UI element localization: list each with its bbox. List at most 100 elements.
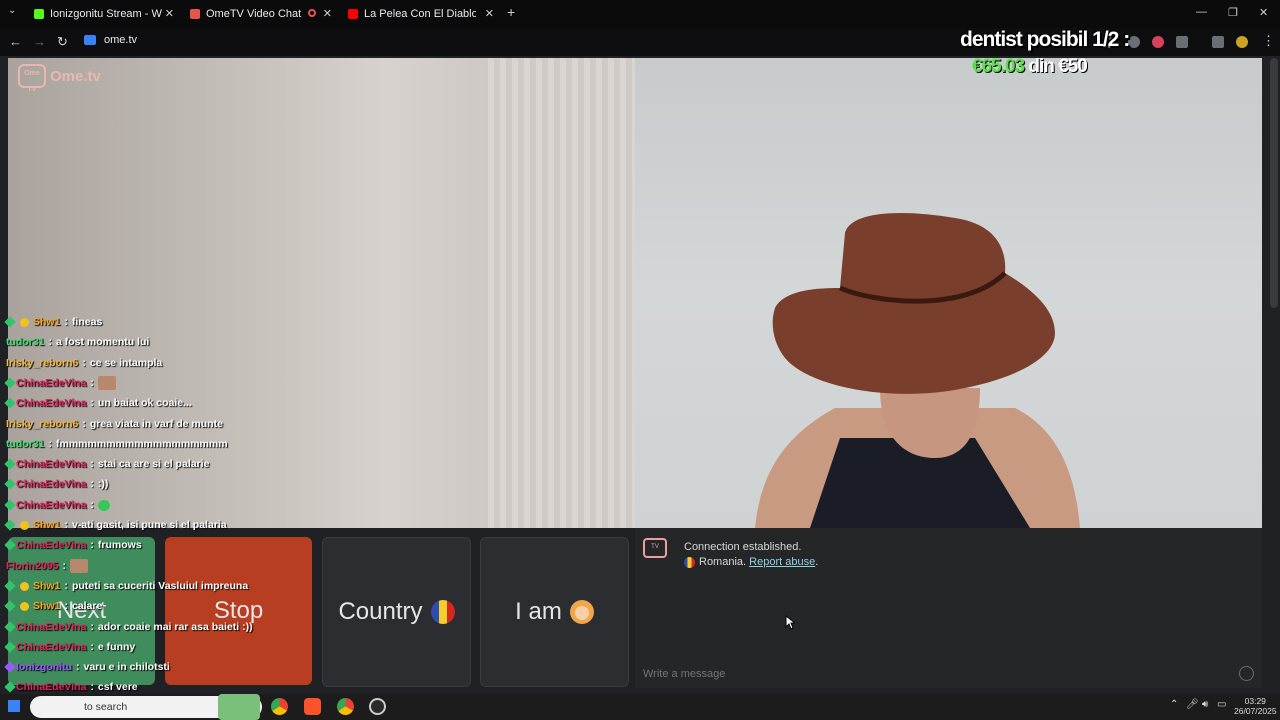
stream-chat-message: ChinaEdeVina: csf vere xyxy=(4,679,138,695)
chat-username[interactable]: Shw1 xyxy=(33,519,60,531)
back-icon[interactable]: ← xyxy=(9,34,22,49)
speaker-icon[interactable]: 🔊︎ xyxy=(1202,699,1208,710)
tab-kick-stream[interactable]: Ionizgonitu Stream - Watch Liv ✕ xyxy=(34,4,174,24)
tab-title: La Pelea Con El Diablo - YouTub xyxy=(364,8,476,20)
chat-username[interactable]: Ionizgonitu xyxy=(16,661,72,673)
chat-username[interactable]: ChinaEdeVina xyxy=(16,499,86,511)
chat-separator: : xyxy=(82,418,86,430)
tab-youtube[interactable]: La Pelea Con El Diablo - YouTub ✕ xyxy=(348,4,494,24)
subscriber-badge-icon xyxy=(4,539,16,551)
profile-avatar[interactable] xyxy=(1236,36,1248,48)
iam-label: I am xyxy=(515,598,562,625)
face-emote-icon xyxy=(70,559,89,573)
microphone-icon[interactable]: 🎤︎ xyxy=(1186,699,1199,710)
stream-chat-message: tudor31: fmmmmmmmmmmmmmmmmmm xyxy=(6,436,228,452)
reload-icon[interactable]: ↻ xyxy=(57,34,68,50)
tab-ometv[interactable]: OmeTV Video Chat — Ome ✕ xyxy=(190,4,332,24)
ometv-logo-text: Ome.tv xyxy=(50,67,101,85)
stop-button[interactable]: Stop xyxy=(165,537,312,685)
new-tab-icon[interactable]: + xyxy=(507,4,515,20)
chat-separator: : xyxy=(48,438,53,450)
stream-chat-message: ChinaEdeVina: xyxy=(4,375,116,391)
close-tab-icon[interactable]: ✕ xyxy=(165,7,174,20)
subscriber-badge-icon xyxy=(4,519,16,531)
chat-username[interactable]: tudor31 xyxy=(6,438,45,450)
gender-button[interactable]: I am xyxy=(480,537,629,687)
chat-username[interactable]: Shw1 xyxy=(33,316,60,328)
url-field[interactable]: ome.tv xyxy=(84,34,137,46)
subscriber-badge-icon xyxy=(4,316,16,328)
close-window-icon[interactable]: ✕ xyxy=(1259,6,1268,19)
extension-icon[interactable] xyxy=(1128,36,1140,48)
tab-search-icon[interactable]: ⌄ xyxy=(8,5,16,16)
stream-chat-message: Irisky_reborn6: grea viata in varf de mun… xyxy=(6,416,223,432)
stream-chat-message: Ionizgonitu: varu e in chilotsti xyxy=(4,659,170,675)
stream-chat-message: Shw1: calare xyxy=(4,598,103,614)
recording-indicator-icon xyxy=(308,9,316,17)
stream-chat-message: tudor31: a fost momentu lui xyxy=(6,334,149,350)
adblock-icon[interactable] xyxy=(1152,36,1164,48)
chat-separator: : xyxy=(64,600,68,612)
page-scrollbar[interactable] xyxy=(1270,58,1278,308)
chat-text: frumows xyxy=(97,539,142,551)
chat-text: ador coaie mai rar asa baieti :)) xyxy=(97,621,253,633)
mouse-cursor-icon xyxy=(785,615,795,630)
chat-text: calare xyxy=(71,600,103,612)
report-abuse-link[interactable]: Report abuse xyxy=(749,556,815,568)
stream-chat-message: ChinaEdeVina: stai ca are si el palarie xyxy=(4,456,209,472)
chat-username[interactable]: Irisky_reborn6 xyxy=(6,418,78,430)
chat-username[interactable]: ChinaEdeVina xyxy=(16,458,86,470)
chat-separator: : xyxy=(90,397,94,409)
report-period: . xyxy=(815,556,819,568)
close-tab-icon[interactable]: ✕ xyxy=(323,7,332,20)
obs-icon[interactable] xyxy=(369,698,386,715)
stream-chat-message: Irisky_reborn6: ce se intampla xyxy=(6,355,162,371)
forward-icon[interactable]: → xyxy=(33,34,46,49)
minimize-icon[interactable]: — xyxy=(1196,6,1207,18)
url-text: ome.tv xyxy=(104,34,138,46)
chat-username[interactable]: Florin2095 xyxy=(6,560,59,572)
subscriber-badge-icon xyxy=(4,458,16,470)
emoji-icon[interactable] xyxy=(1239,666,1254,681)
chat-username[interactable]: Irisky_reborn6 xyxy=(6,357,78,369)
chat-username[interactable]: ChinaEdeVina xyxy=(16,681,86,693)
chat-username[interactable]: ChinaEdeVina xyxy=(16,539,86,551)
close-tab-icon[interactable]: ✕ xyxy=(485,7,494,20)
country-name: Romania. xyxy=(699,556,747,568)
tab-title: Ionizgonitu Stream - Watch Liv xyxy=(50,8,162,20)
country-button[interactable]: Country xyxy=(322,537,471,687)
chat-username[interactable]: tudor31 xyxy=(6,336,45,348)
chrome-icon[interactable] xyxy=(271,698,288,715)
chat-separator: : xyxy=(90,539,94,551)
taskbar-clock[interactable]: 03:29 26/07/2025 xyxy=(1234,696,1277,716)
brave-icon[interactable] xyxy=(304,698,321,715)
stream-chat-message: Shw1: puteti sa cuceriti Vasluiul impreun… xyxy=(4,578,248,594)
coin-badge-icon xyxy=(20,317,29,327)
subscriber-badge-icon xyxy=(4,621,16,633)
chat-text: fmmmmmmmmmmmmmmmmmm xyxy=(56,438,228,450)
chat-username[interactable]: ChinaEdeVina xyxy=(16,478,86,490)
chat-username[interactable]: Shw1 xyxy=(33,580,60,592)
browser-menu-icon[interactable]: ⋮ xyxy=(1262,33,1275,49)
chat-username[interactable]: ChinaEdeVina xyxy=(16,377,86,389)
stream-chat-message: ChinaEdeVina::)) xyxy=(4,476,108,492)
chat-username[interactable]: ChinaEdeVina xyxy=(16,397,86,409)
windows-start-icon[interactable] xyxy=(8,700,20,712)
network-icon[interactable]: ▭ xyxy=(1217,699,1226,710)
chat-username[interactable]: ChinaEdeVina xyxy=(16,621,86,633)
goal-current: €65.03 xyxy=(972,56,1025,77)
extensions-puzzle-icon[interactable] xyxy=(1176,36,1188,48)
chat-username[interactable]: Shw1 xyxy=(33,600,60,612)
chat-separator: : xyxy=(90,478,94,490)
restore-icon[interactable]: ❐ xyxy=(1228,6,1238,19)
ometv-icon xyxy=(190,9,200,19)
browser-tab-strip: ⌄ Ionizgonitu Stream - Watch Liv ✕ OmeTV… xyxy=(0,0,1280,28)
chat-username[interactable]: ChinaEdeVina xyxy=(16,641,86,653)
message-input[interactable] xyxy=(635,664,1262,684)
chat-text: v-ati gasit, isi pune si el palaria xyxy=(71,519,227,531)
stranger-country-line: Romania. Report abuse. xyxy=(684,556,818,568)
tray-chevron-icon[interactable]: ⌃ xyxy=(1170,699,1178,710)
media-control-icon[interactable] xyxy=(1212,36,1224,48)
chrome-active-icon[interactable] xyxy=(337,698,354,715)
stream-chat-message: Shw1: v-ati gasit, isi pune si el palaria xyxy=(4,517,227,533)
